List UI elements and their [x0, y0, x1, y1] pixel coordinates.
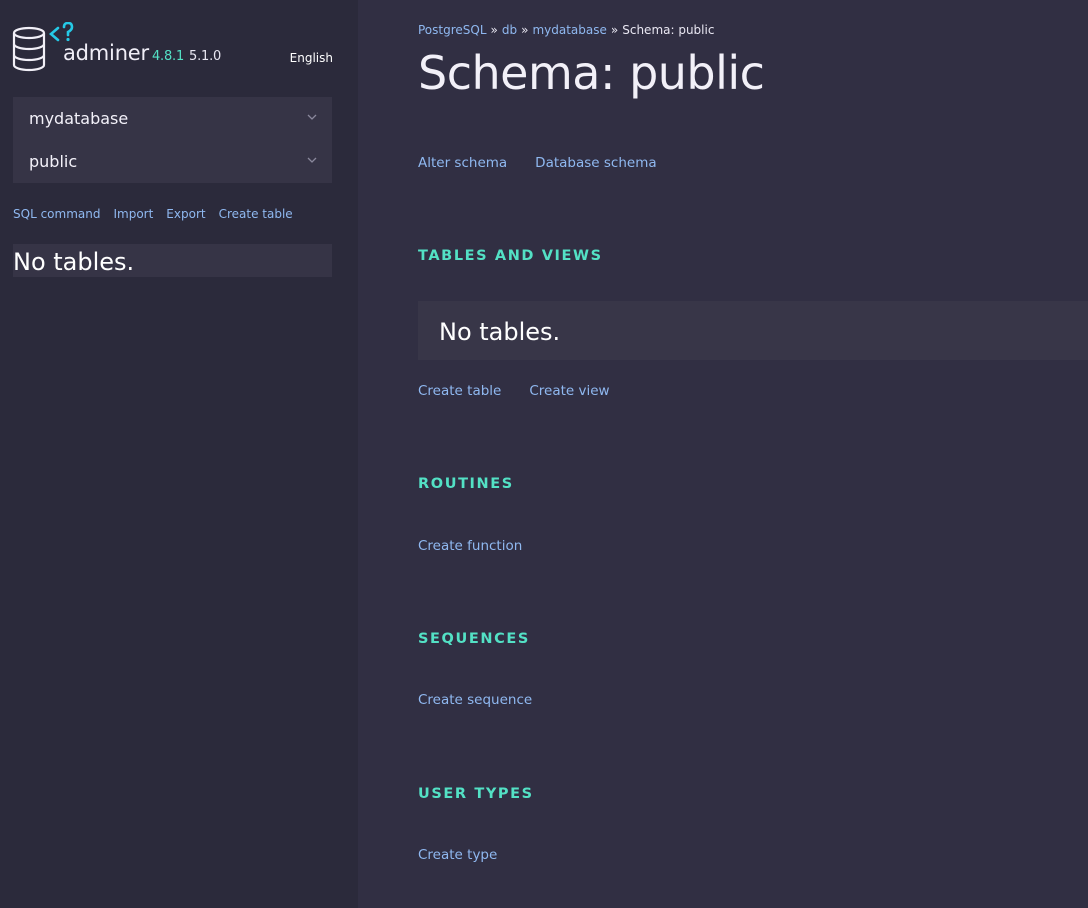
sidebar: adminer 4.8.1 5.1.0 English mydatabase pub…: [0, 0, 358, 908]
breadcrumb-postgresql[interactable]: PostgreSQL: [418, 23, 487, 37]
app-version-alt: 5.1.0: [189, 49, 222, 64]
create-type-link[interactable]: Create type: [418, 847, 497, 863]
sidebar-create-table-link[interactable]: Create table: [219, 207, 293, 221]
breadcrumb-separator: »: [521, 23, 529, 37]
routines-links: Create function: [418, 538, 550, 554]
create-function-link[interactable]: Create function: [418, 538, 522, 554]
schema-links: Alter schema Database schema: [418, 155, 685, 171]
create-view-link[interactable]: Create view: [529, 383, 609, 399]
database-select-value: mydatabase: [29, 109, 129, 128]
tables-links: Create table Create view: [418, 383, 638, 399]
breadcrumb: PostgreSQL» db» mydatabase» Schema: public: [418, 23, 714, 37]
app-name-text: adminer: [63, 41, 149, 65]
create-sequence-link[interactable]: Create sequence: [418, 692, 532, 708]
chevron-down-icon: [307, 157, 317, 163]
breadcrumb-separator: »: [490, 23, 498, 37]
breadcrumb-current: Schema: public: [622, 23, 715, 37]
alter-schema-link[interactable]: Alter schema: [418, 155, 507, 171]
main-content: PostgreSQL» db» mydatabase» Schema: public …: [418, 0, 1088, 908]
no-tables-message: No tables.: [418, 301, 1088, 360]
app-version: 4.8.1: [151, 49, 185, 64]
database-schema-link[interactable]: Database schema: [535, 155, 656, 171]
routines-heading: Routines: [418, 476, 514, 492]
breadcrumb-mydatabase[interactable]: mydatabase: [532, 23, 606, 37]
breadcrumb-separator: »: [610, 23, 619, 37]
sidebar-no-tables: No tables.: [13, 244, 332, 277]
tables-and-views-heading: Tables and views: [418, 248, 603, 264]
page-title: Schema: public: [418, 46, 765, 100]
user-types-heading: User types: [418, 786, 534, 802]
export-link[interactable]: Export: [166, 207, 205, 221]
schema-select-value: public: [29, 152, 78, 171]
app-name[interactable]: adminer 4.8.1 5.1.0: [63, 41, 221, 65]
chevron-down-icon: [307, 114, 317, 120]
user-types-links: Create type: [418, 847, 525, 863]
create-table-link[interactable]: Create table: [418, 383, 501, 399]
sql-command-link[interactable]: SQL command: [13, 207, 100, 221]
sidebar-links: SQL command Import Export Create table: [13, 207, 306, 221]
database-select[interactable]: mydatabase: [13, 97, 332, 140]
schema-select[interactable]: public: [13, 140, 332, 183]
import-link[interactable]: Import: [113, 207, 153, 221]
sequences-links: Create sequence: [418, 692, 560, 708]
breadcrumb-db[interactable]: db: [502, 23, 517, 37]
sequences-heading: Sequences: [418, 631, 530, 647]
language-select[interactable]: English: [290, 51, 333, 65]
